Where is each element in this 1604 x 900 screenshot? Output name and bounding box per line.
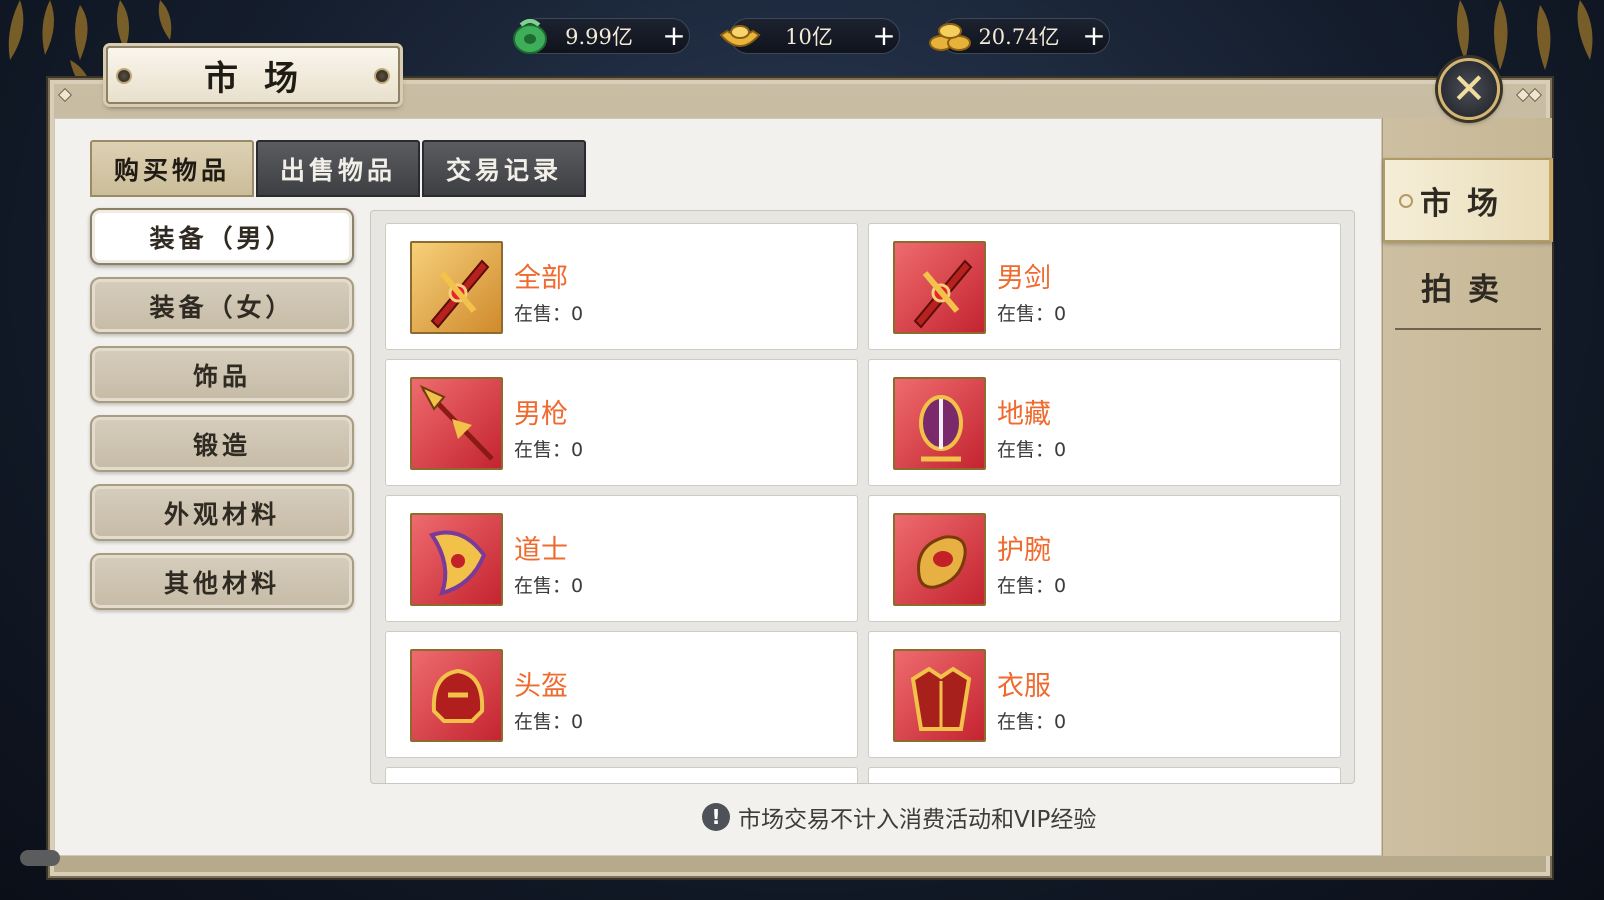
sword-icon [893, 241, 986, 334]
talisman-blade-icon [410, 513, 503, 606]
currency-coins: 20.74亿 + [929, 18, 1110, 54]
window-title-plate: 市场 [106, 46, 400, 104]
item-grid: 全部 在售：0 男剑 在售：0 男枪 在售：0 地藏 在售：0 道士 在售：0 … [385, 223, 1341, 783]
item-grid-container[interactable]: 全部 在售：0 男剑 在售：0 男枪 在售：0 地藏 在售：0 道士 在售：0 … [370, 210, 1355, 784]
item-on-sale-count: 在售：0 [514, 439, 584, 461]
sword-icon [410, 241, 503, 334]
category-appearance-materials[interactable]: 外观材料 [90, 484, 354, 541]
item-on-sale-count: 在售：0 [514, 711, 584, 733]
market-notice: ! 市场交易不计入消费活动和VIP经验 [702, 800, 1096, 834]
side-tab-auction[interactable]: 拍卖 [1383, 244, 1553, 328]
item-name: 地藏 [997, 399, 1051, 430]
gold-coins-icon [929, 23, 971, 51]
close-icon: ✕ [1451, 64, 1487, 113]
bracer-icon [893, 513, 986, 606]
add-jade-button[interactable]: + [659, 22, 689, 50]
notice-text: 市场交易不计入消费活动和VIP经验 [738, 807, 1097, 833]
stud-icon [116, 68, 132, 84]
ornate-staff-icon [893, 377, 986, 470]
item-name: 男枪 [514, 399, 568, 430]
divider [1395, 328, 1541, 330]
tab-trade-records[interactable]: 交易记录 [422, 140, 586, 197]
close-button[interactable]: ✕ [1438, 58, 1500, 120]
category-other-materials[interactable]: 其他材料 [90, 553, 354, 610]
side-tab-label: 拍卖 [1421, 271, 1515, 308]
currency-bar: 9.99亿 + 10亿 + 20.74亿 + [513, 18, 1110, 54]
currency-jade: 9.99亿 + [513, 18, 690, 54]
category-forging[interactable]: 锻造 [90, 415, 354, 472]
side-tab-label: 市场 [1420, 185, 1514, 222]
item-name: 头盔 [514, 671, 568, 702]
jade-coin-icon [513, 19, 547, 54]
item-card[interactable]: 全部 在售：0 [385, 223, 858, 350]
add-coins-button[interactable]: + [1079, 22, 1109, 50]
category-list: 装备（男） 装备（女） 饰品 锻造 外观材料 其他材料 [90, 208, 354, 610]
item-card[interactable]: 道士 在售：0 [385, 495, 858, 622]
item-card[interactable]: 男剑 在售：0 [868, 223, 1341, 350]
item-card-partial[interactable] [868, 767, 1341, 783]
stud-icon [374, 68, 390, 84]
item-card-partial[interactable] [385, 767, 858, 783]
market-tabs: 购买物品 出售物品 交易记录 [90, 140, 586, 197]
item-on-sale-count: 在售：0 [997, 575, 1067, 597]
page-title: 市场 [204, 58, 324, 99]
item-name: 男剑 [997, 263, 1051, 294]
flower-mark-icon [1399, 194, 1413, 208]
item-name: 护腕 [997, 535, 1051, 566]
item-on-sale-count: 在售：0 [514, 303, 584, 325]
side-tab-market[interactable]: 市场 [1383, 158, 1553, 242]
currency-ingot: 10亿 + [719, 18, 900, 54]
exclamation-icon: ! [702, 803, 730, 831]
item-card[interactable]: 头盔 在售：0 [385, 631, 858, 758]
gold-ingot-icon [719, 25, 761, 47]
category-equipment-female[interactable]: 装备（女） [90, 277, 354, 334]
helmet-icon [410, 649, 503, 742]
item-on-sale-count: 在售：0 [997, 711, 1067, 733]
add-ingot-button[interactable]: + [869, 22, 899, 50]
tab-buy-items[interactable]: 购买物品 [90, 140, 254, 197]
item-card[interactable]: 地藏 在售：0 [868, 359, 1341, 486]
item-card[interactable]: 衣服 在售：0 [868, 631, 1341, 758]
item-on-sale-count: 在售：0 [997, 439, 1067, 461]
spear-icon [410, 377, 503, 470]
item-name: 全部 [514, 263, 568, 294]
item-on-sale-count: 在售：0 [997, 303, 1067, 325]
category-equipment-male[interactable]: 装备（男） [90, 208, 354, 265]
side-navigation: 市场 拍卖 [1382, 118, 1553, 856]
armor-icon [893, 649, 986, 742]
item-card[interactable]: 护腕 在售：0 [868, 495, 1341, 622]
category-accessories[interactable]: 饰品 [90, 346, 354, 403]
item-card[interactable]: 男枪 在售：0 [385, 359, 858, 486]
item-name: 衣服 [997, 671, 1051, 702]
tab-sell-items[interactable]: 出售物品 [256, 140, 420, 197]
scroll-handle[interactable] [20, 850, 60, 866]
item-name: 道士 [514, 535, 568, 566]
item-on-sale-count: 在售：0 [514, 575, 584, 597]
